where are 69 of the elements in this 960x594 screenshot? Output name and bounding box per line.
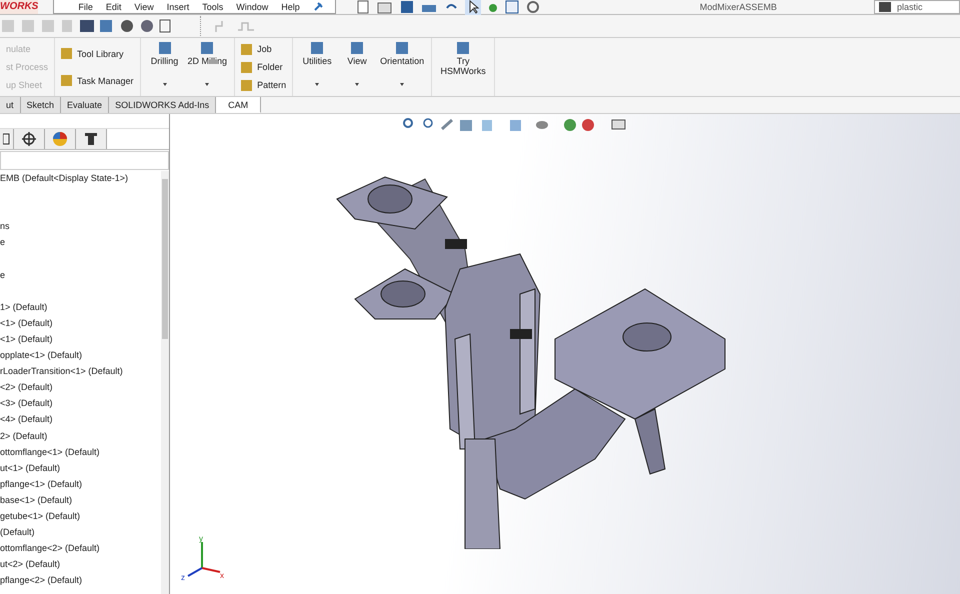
logo-text: WORKS xyxy=(0,0,38,14)
menu-item[interactable]: Edit xyxy=(106,2,122,10)
property-tab[interactable] xyxy=(0,129,14,149)
ribbon-button[interactable]: Orientation xyxy=(379,38,426,96)
caret-icon[interactable] xyxy=(315,83,320,86)
tool-holder-icon xyxy=(84,131,98,147)
menu-item[interactable]: Insert xyxy=(166,2,190,10)
appearance-ball-icon xyxy=(52,131,68,147)
x-axis-line xyxy=(202,567,220,573)
tree-item[interactable]: base<1> (Default) xyxy=(0,492,161,509)
ribbon-button[interactable]: Try HSMWorks xyxy=(438,38,488,96)
menu-item[interactable]: Tools xyxy=(202,2,224,10)
tree-item[interactable]: ut<1> (Default) xyxy=(0,460,161,477)
ribbon-button[interactable]: 2D Milling xyxy=(186,38,228,96)
tree-item[interactable]: ottomflange<1> (Default) xyxy=(0,444,161,461)
tree-item[interactable]: <3> (Default) xyxy=(0,396,161,412)
y-axis-line xyxy=(201,542,203,568)
caret-icon[interactable] xyxy=(162,83,167,86)
property-tab[interactable] xyxy=(14,129,45,149)
ribbon-command[interactable]: Tool Library xyxy=(61,48,134,59)
axis-label: y xyxy=(199,534,203,543)
ribbon-tab[interactable]: CAM xyxy=(216,97,262,113)
axis-label: z xyxy=(181,573,185,582)
tree-item[interactable]: pflange<1> (Default) xyxy=(0,476,161,493)
ribbon-command[interactable]: Folder xyxy=(241,62,286,72)
window-title: ModMixerASSEMB xyxy=(700,3,777,11)
search-field[interactable]: plastic xyxy=(874,0,960,14)
tree-item[interactable]: <4> (Default) xyxy=(0,412,161,428)
tree-item[interactable]: (Default) xyxy=(0,525,161,542)
tree-item[interactable]: EMB (Default<Display State-1>) xyxy=(0,171,161,188)
ribbon-tab[interactable]: ut xyxy=(0,97,21,113)
ribbon-button[interactable]: Utilities xyxy=(299,38,336,96)
select-pointer-icon[interactable] xyxy=(464,0,481,15)
caret-icon[interactable] xyxy=(355,83,360,86)
tree-item[interactable]: ns xyxy=(0,219,161,236)
tree-item[interactable]: 1> (Default) xyxy=(0,300,161,316)
tree-item[interactable]: e xyxy=(0,235,161,252)
tree-item[interactable]: ottomflange<2> (Default) xyxy=(0,541,161,558)
new-document-icon[interactable] xyxy=(356,0,370,14)
menu-item[interactable]: File xyxy=(78,2,93,10)
tree-item[interactable]: <1> (Default) xyxy=(0,332,161,348)
ribbon-command[interactable]: Task Manager xyxy=(61,75,134,86)
ribbon-button[interactable]: View xyxy=(339,38,376,96)
caret-icon[interactable] xyxy=(205,83,210,86)
ribbon-button[interactable]: Drilling xyxy=(146,38,183,96)
ribbon-command[interactable]: Pattern xyxy=(241,80,286,90)
tree-item[interactable]: rLoaderTransition<1> (Default) xyxy=(0,364,161,380)
tree-item[interactable]: <1> (Default) xyxy=(0,316,161,332)
menu-item[interactable]: Window xyxy=(236,2,268,10)
tree-item[interactable]: getube<1> (Default) xyxy=(0,508,161,526)
ribbon-tab[interactable]: SOLIDWORKS Add-Ins xyxy=(109,97,216,113)
tree-item[interactable]: pflange<2> (Default) xyxy=(0,573,161,590)
scrollbar[interactable] xyxy=(161,171,169,594)
ribbon-command[interactable]: Job xyxy=(241,44,286,54)
tree-item[interactable]: ut<2> (Default) xyxy=(0,557,161,574)
tree-item[interactable]: opplate<1> (Default) xyxy=(0,348,161,364)
caret-icon[interactable] xyxy=(400,83,404,86)
axis-label: x xyxy=(220,571,224,580)
z-axis-line xyxy=(188,567,202,577)
property-tab[interactable] xyxy=(76,129,107,149)
tree-item[interactable]: 2> (Default) xyxy=(0,428,161,445)
menu-item[interactable]: View xyxy=(134,2,154,10)
ribbon-tab[interactable]: Sketch xyxy=(20,97,62,113)
tree-item[interactable]: <2> (Default) xyxy=(0,380,161,396)
filter-field[interactable] xyxy=(0,151,169,170)
tree-item[interactable]: e xyxy=(0,268,161,284)
ribbon-tab[interactable]: Evaluate xyxy=(61,97,110,113)
crosshair-icon xyxy=(21,131,37,147)
menu-item[interactable]: Help xyxy=(281,2,300,10)
